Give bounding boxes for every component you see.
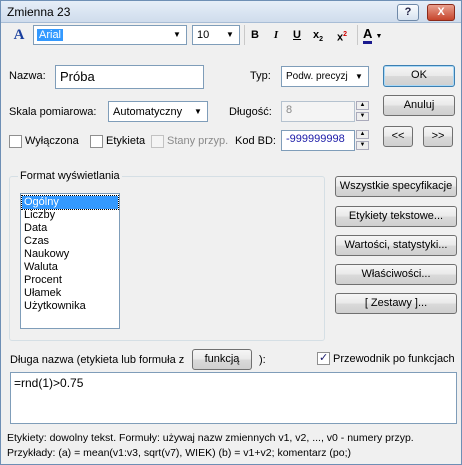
help-button[interactable]: ? — [397, 4, 419, 21]
scale-combo[interactable]: Automatyczny ▼ — [108, 101, 208, 122]
font-name-value: Arial — [37, 29, 64, 41]
help-text-line2: Przykłady: (a) = mean(v1:v3, sqrt(v7), W… — [7, 447, 351, 459]
states-checkbox[interactable] — [151, 135, 164, 148]
chevron-down-icon: ▼ — [173, 30, 181, 39]
font-size-value: 10 — [197, 29, 210, 41]
text-color-icon: A — [363, 27, 373, 44]
label-checkbox[interactable] — [90, 135, 103, 148]
label-checkbox-label: Etykieta — [106, 135, 146, 147]
all-specs-button[interactable]: Wszystkie specyfikacje — [335, 176, 457, 197]
scale-value: Automatyczny — [113, 106, 183, 118]
disabled-checkbox-label: Wyłączona — [25, 135, 79, 147]
functions-button[interactable]: funkcją — [192, 349, 252, 370]
window-title: Zmienna 23 — [7, 5, 71, 19]
format-option-date[interactable]: Data — [22, 222, 47, 235]
md-code-input[interactable]: -999999998 — [281, 130, 355, 151]
length-spin-up[interactable]: ▲ — [356, 101, 369, 110]
length-input[interactable]: 8 — [281, 101, 355, 122]
title-bar: Zmienna 23 ? X — [1, 1, 461, 23]
format-listbox[interactable]: Ogólny Liczby Data Czas Naukowy Waluta P… — [20, 193, 120, 329]
chevron-down-icon: ▼ — [226, 30, 234, 39]
format-option-time[interactable]: Czas — [22, 235, 49, 248]
long-name-label: Długa nazwa (etykieta lub formuła z — [10, 354, 185, 366]
underline-button[interactable]: U — [287, 25, 307, 45]
format-option-numbers[interactable]: Liczby — [22, 209, 55, 222]
subscript-mark: 2 — [319, 36, 324, 44]
name-label: Nazwa: — [9, 70, 46, 82]
font-icon: A — [13, 27, 25, 43]
long-name-label-end: ): — [259, 354, 266, 366]
states-checkbox-label: Stany przyp. — [167, 135, 229, 147]
cancel-button[interactable]: Anuluj — [383, 95, 455, 116]
long-name-textarea[interactable]: =rnd(1)>0.75 — [10, 372, 457, 424]
type-value: Podw. precyzj — [286, 71, 348, 82]
md-code-label: Kod BD: — [235, 135, 276, 147]
previous-variable-button[interactable]: << — [383, 126, 413, 147]
chevron-down-icon: ▼ — [194, 107, 202, 116]
display-format-label: Format wyświetlania — [18, 170, 122, 182]
format-option-fraction[interactable]: Ułamek — [22, 287, 61, 300]
text-color-button[interactable]: A ▼ — [363, 25, 391, 45]
bold-button[interactable]: B — [245, 25, 265, 45]
ok-button[interactable]: OK — [383, 65, 455, 87]
help-text-line1: Etykiety: dowolny tekst. Formuły: używaj… — [7, 432, 414, 444]
length-label: Długość: — [229, 106, 272, 118]
length-spin-down[interactable]: ▼ — [356, 112, 369, 121]
values-stats-button[interactable]: Wartości, statystyki... — [335, 235, 457, 256]
function-wizard-label: Przewodnik po funkcjach — [333, 353, 455, 365]
superscript-button[interactable]: x2 — [332, 25, 352, 45]
md-code-spin-down[interactable]: ▼ — [356, 141, 369, 150]
format-option-custom[interactable]: Użytkownika — [22, 300, 86, 313]
font-name-combo[interactable]: Arial ▼ — [33, 25, 187, 45]
chevron-down-icon: ▼ — [375, 33, 383, 40]
format-option-scientific[interactable]: Naukowy — [22, 248, 69, 261]
close-button[interactable]: X — [427, 4, 455, 21]
variable-dialog: Zmienna 23 ? X A Arial ▼ 10 ▼ B I U x2 x… — [0, 0, 462, 465]
font-size-combo[interactable]: 10 ▼ — [192, 25, 240, 45]
format-option-general[interactable]: Ogólny — [21, 195, 119, 210]
name-input[interactable]: Próba — [55, 65, 204, 89]
italic-button[interactable]: I — [266, 25, 286, 45]
superscript-mark: 2 — [343, 31, 348, 38]
scale-label: Skala pomiarowa: — [9, 106, 97, 118]
properties-button[interactable]: Właściwości... — [335, 264, 457, 285]
sets-button[interactable]: [ Zestawy ]... — [335, 293, 457, 314]
type-label: Typ: — [250, 70, 271, 82]
next-variable-button[interactable]: >> — [423, 126, 453, 147]
text-labels-button[interactable]: Etykiety tekstowe... — [335, 206, 457, 227]
function-wizard-checkbox[interactable] — [317, 351, 330, 365]
toolbar-separator — [357, 25, 358, 45]
chevron-down-icon: ▼ — [355, 72, 363, 81]
disabled-checkbox[interactable] — [9, 135, 22, 148]
md-code-spin-up[interactable]: ▲ — [356, 130, 369, 139]
format-option-percent[interactable]: Procent — [22, 274, 62, 287]
type-combo[interactable]: Podw. precyzj ▼ — [281, 66, 369, 87]
subscript-button[interactable]: x2 — [308, 25, 328, 45]
format-option-currency[interactable]: Waluta — [22, 261, 58, 274]
